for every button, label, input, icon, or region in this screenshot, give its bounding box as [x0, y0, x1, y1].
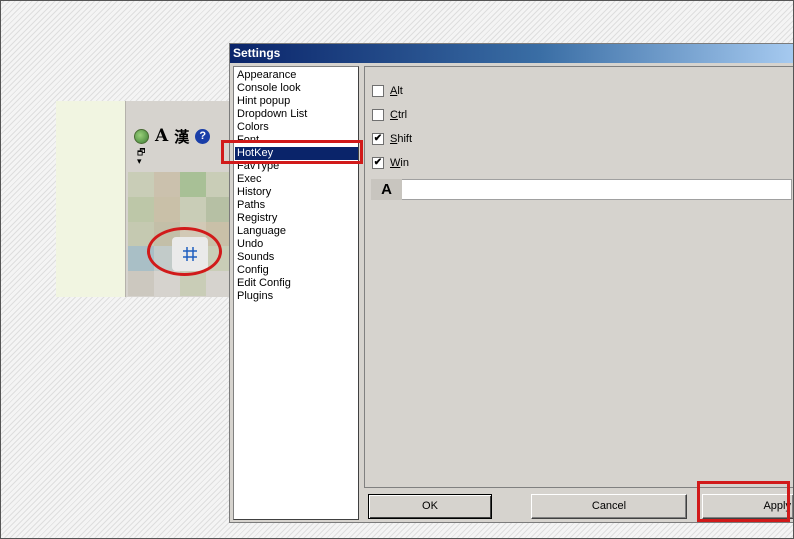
nav-item-plugins[interactable]: Plugins	[235, 290, 358, 303]
background-toolbar: A 漢 ?	[134, 126, 211, 147]
globe-icon[interactable]	[134, 128, 149, 144]
nav-item-sounds[interactable]: Sounds	[235, 251, 358, 264]
win-checkbox[interactable]: ✔	[372, 157, 384, 169]
help-icon[interactable]: ?	[195, 128, 211, 144]
hotkey-settings-panel: Alt Ctrl ✔ Shift ✔ Win A	[364, 66, 794, 488]
shift-checkbox-row[interactable]: ✔ Shift	[372, 133, 412, 145]
ctrl-checkbox[interactable]	[372, 109, 384, 121]
settings-window: Settings Appearance Console look Hint po…	[229, 43, 794, 523]
nav-item-dropdown-list[interactable]: Dropdown List	[235, 108, 358, 121]
mosaic-tile	[154, 196, 180, 222]
ok-button[interactable]: OK	[368, 494, 492, 519]
win-label: Win	[390, 157, 409, 169]
alt-label: Alt	[390, 85, 403, 97]
win-checkbox-row[interactable]: ✔ Win	[372, 157, 409, 169]
shift-checkbox[interactable]: ✔	[372, 133, 384, 145]
kanji-icon[interactable]: 漢	[174, 126, 189, 147]
apply-button[interactable]: Apply	[702, 494, 794, 519]
nav-item-hotkey[interactable]: HotKey	[235, 147, 358, 160]
nav-item-appearance[interactable]: Appearance	[235, 69, 358, 82]
nav-item-hint-popup[interactable]: Hint popup	[235, 95, 358, 108]
font-a-icon[interactable]: A	[155, 126, 168, 146]
nav-item-edit-config[interactable]: Edit Config	[235, 277, 358, 290]
nav-item-config[interactable]: Config	[235, 264, 358, 277]
key-letter-icon: A	[371, 179, 402, 200]
mosaic-tile	[128, 196, 154, 222]
mosaic-tile	[180, 196, 206, 222]
settings-nav-list[interactable]: Appearance Console look Hint popup Dropd…	[233, 66, 359, 520]
nav-item-font[interactable]: Font	[235, 134, 358, 147]
hotkey-input[interactable]	[402, 179, 792, 200]
cancel-button[interactable]: Cancel	[531, 494, 687, 519]
nav-item-undo[interactable]: Undo	[235, 238, 358, 251]
mosaic-tile	[128, 172, 154, 197]
nav-item-favtype[interactable]: FavType	[235, 160, 358, 173]
mosaic-tile	[180, 172, 206, 197]
window-title: Settings	[230, 44, 794, 63]
ctrl-checkbox-row[interactable]: Ctrl	[372, 109, 407, 121]
nav-item-history[interactable]: History	[235, 186, 358, 199]
shift-label: Shift	[390, 133, 413, 145]
mosaic-tile	[128, 271, 154, 296]
alt-checkbox[interactable]	[372, 85, 384, 97]
nav-item-paths[interactable]: Paths	[235, 199, 358, 212]
chevron-down-icon: ▾	[137, 156, 142, 166]
mosaic-tile	[154, 172, 180, 197]
nav-item-colors[interactable]: Colors	[235, 121, 358, 134]
nav-item-registry[interactable]: Registry	[235, 212, 358, 225]
nav-item-language[interactable]: Language	[235, 225, 358, 238]
restore-window-icon[interactable]: 🗗 ▾	[137, 148, 145, 166]
highlight-ring-grid-icon	[147, 227, 222, 276]
hotkey-row: A	[371, 179, 792, 200]
ctrl-label: Ctrl	[390, 109, 408, 121]
alt-checkbox-row[interactable]: Alt	[372, 85, 403, 97]
nav-item-console-look[interactable]: Console look	[235, 82, 358, 95]
nav-item-exec[interactable]: Exec	[235, 173, 358, 186]
